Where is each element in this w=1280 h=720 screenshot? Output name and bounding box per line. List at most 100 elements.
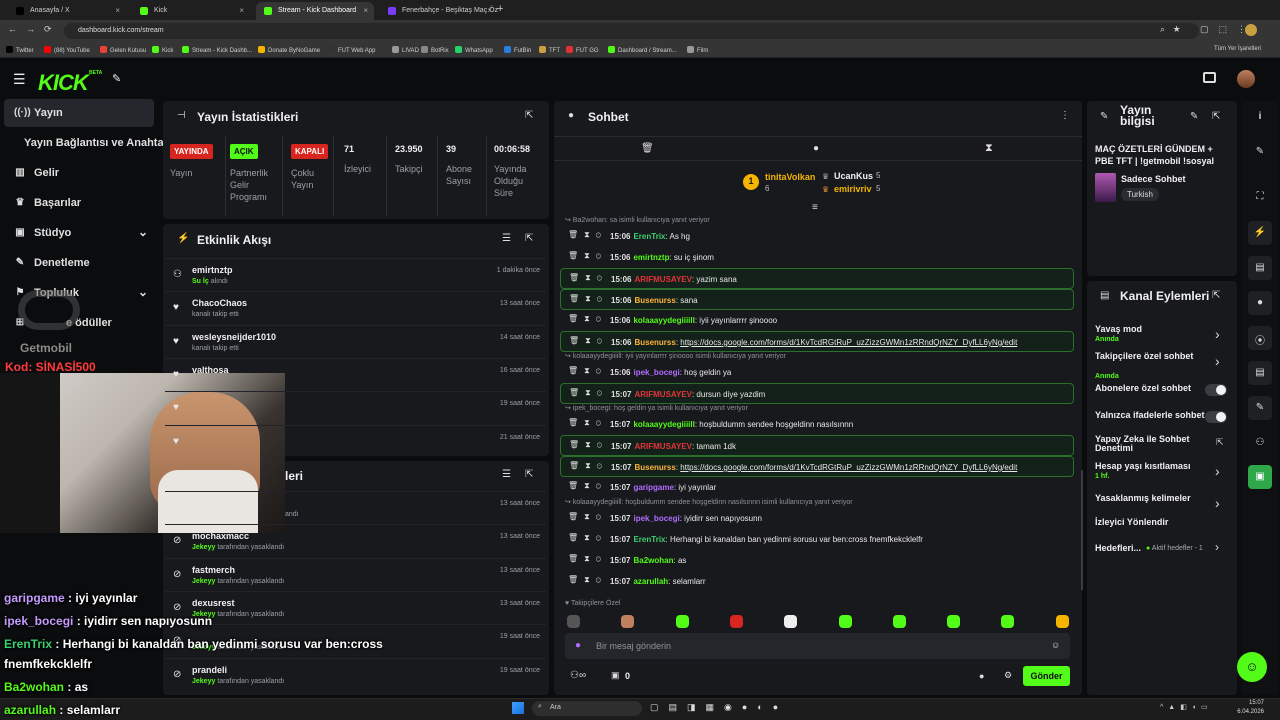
bookmark-item[interactable]: Film xyxy=(687,46,708,54)
close-icon[interactable]: × xyxy=(115,6,120,15)
leaderboard-user[interactable]: UcanKus xyxy=(834,171,873,181)
chevron-right-icon[interactable]: › xyxy=(1215,353,1220,369)
chat-message[interactable]: 🗑⧗⊙ 15:07 ARIFMUSAYEV: tamam 1dk xyxy=(560,435,1074,456)
leader-name[interactable]: tinitaVolkan xyxy=(765,172,815,182)
chevron-right-icon[interactable]: › xyxy=(1215,463,1220,479)
chat-message[interactable]: 🗑⧗⊙ 15:06 ARIFMUSAYEV: yazim sana xyxy=(560,268,1074,289)
chevron-right-icon[interactable]: › xyxy=(1215,326,1220,342)
bookmark-item[interactable]: BotRix xyxy=(421,46,449,54)
tools-icon[interactable]: ✎ xyxy=(112,72,121,85)
message-tools-icon[interactable]: 🗑⧗⊙ xyxy=(569,294,608,304)
stats-shortcut-icon[interactable]: ▤ xyxy=(1248,361,1272,385)
message-username[interactable]: ARIFMUSAYEV xyxy=(634,442,692,451)
external-link-icon[interactable]: ⇱ xyxy=(1216,437,1224,448)
emote-icon[interactable] xyxy=(621,615,635,628)
message-username[interactable]: ARIFMUSAYEV xyxy=(634,275,692,284)
activity-username[interactable]: emirtnztp xyxy=(192,265,233,275)
browser-tab[interactable]: Kick × xyxy=(132,2,250,20)
edit-icon[interactable]: ✎ xyxy=(1190,111,1198,122)
info-icon[interactable]: i xyxy=(1248,105,1272,129)
chat-message[interactable]: 🗑⧗⊙ 15:07 garipgame: iyi yayınlar xyxy=(560,477,1074,498)
users-shortcut-icon[interactable]: ⚇ xyxy=(1248,431,1272,455)
bookmark-item[interactable]: Donate ByNoGame xyxy=(258,46,320,54)
activity-shortcut-icon[interactable]: ⚡ xyxy=(1248,221,1272,245)
sidebar-item-stream-key[interactable]: Yayın Bağlantısı ve Anahtarı xyxy=(4,129,171,157)
channel-action-5[interactable]: Hesap yaşı kısıtlaması xyxy=(1095,462,1205,471)
url-input[interactable]: dashboard.kick.com/stream xyxy=(64,23,1199,39)
emote-icon[interactable] xyxy=(947,615,961,628)
message-tools-icon[interactable]: 🗑⧗⊙ xyxy=(569,461,608,471)
banned-username[interactable]: mochaxmacc xyxy=(192,531,249,541)
emoji-icon[interactable]: ☺ xyxy=(1051,640,1060,650)
filter-icon[interactable]: ☰ xyxy=(502,233,511,244)
message-tools-icon[interactable]: 🗑⧗⊙ xyxy=(569,440,608,450)
activity-username[interactable]: wesleysneijder1010 xyxy=(192,332,276,342)
message-tools-icon[interactable]: 🗑⧗⊙ xyxy=(568,533,607,543)
toggle-switch[interactable] xyxy=(1205,384,1227,396)
chat-bubble-icon[interactable]: ● xyxy=(979,671,984,681)
message-tools-icon[interactable]: 🗑⧗⊙ xyxy=(568,366,607,376)
message-text[interactable]: https://docs.google.com/forms/d/1KvTcdRG… xyxy=(680,338,1017,347)
windows-start-icon[interactable] xyxy=(512,702,524,714)
taskbar-search[interactable]: Ara xyxy=(532,701,642,716)
chat-shortcut-icon[interactable]: ● xyxy=(1248,291,1272,315)
emote-icon[interactable] xyxy=(784,615,798,628)
message-username[interactable]: garipgame xyxy=(633,483,673,492)
trash-icon[interactable]: 🗑 xyxy=(641,143,654,154)
filter-icon[interactable]: ☰ xyxy=(502,469,511,480)
activity-username[interactable]: ChacoChaos xyxy=(192,298,247,308)
sidebar-item-stream[interactable]: ((·)) Yayın xyxy=(4,99,154,127)
message-username[interactable]: ErenTrix xyxy=(633,535,665,544)
user-avatar[interactable] xyxy=(1237,70,1255,88)
moderator-name[interactable]: Jekeyy xyxy=(192,544,217,551)
browser-tab[interactable]: Stream - Kick Dashboard × xyxy=(256,2,374,20)
category-thumbnail[interactable] xyxy=(1095,173,1116,202)
popout-icon[interactable]: ⇱ xyxy=(525,233,533,244)
message-username[interactable]: ARIFMUSAYEV xyxy=(634,390,692,399)
bookmark-item[interactable]: Stream - Kick Dashb... xyxy=(182,46,252,54)
fullscreen-icon[interactable]: ⛶ xyxy=(1248,185,1272,209)
wrench-shortcut-icon[interactable]: ✎ xyxy=(1248,396,1272,420)
chat-message[interactable]: 🗑⧗⊙ 15:07 azarullah: selamlarr xyxy=(560,571,1074,592)
chat-message[interactable]: 🗑⧗⊙ 15:06 ErenTrix: As hg xyxy=(560,226,1074,247)
partner-badge[interactable]: AÇIK xyxy=(230,144,258,159)
channel-action-0[interactable]: Yavaş mod xyxy=(1095,325,1205,334)
message-tools-icon[interactable]: 🗑⧗⊙ xyxy=(568,230,607,240)
bookmark-item[interactable]: (88) YouTube xyxy=(44,46,90,54)
bookmark-item[interactable]: FutBin xyxy=(504,46,531,54)
activity-username[interactable]: valthosa xyxy=(192,365,229,375)
notes-icon[interactable]: ▤ xyxy=(1248,256,1272,280)
browser-tab[interactable]: Fenerbahçe - Beşiktaş Maç Öz × xyxy=(380,2,498,20)
sidebar-item-achievements[interactable]: ♛ Başarılar xyxy=(4,189,154,217)
chat-message[interactable]: 🗑⧗⊙ 15:06 emirtnztp: su iç şinom xyxy=(560,247,1074,268)
microphone-icon[interactable]: ● xyxy=(575,640,581,651)
moderator-name[interactable]: Jekeyy xyxy=(192,578,217,585)
chat-bubble-icon[interactable]: ● xyxy=(813,143,819,154)
points-icon[interactable]: ▣ xyxy=(611,670,620,681)
channel-action-2[interactable]: Abonelere özel sohbet xyxy=(1095,384,1205,393)
users-icon[interactable]: ⚇∞ xyxy=(570,670,586,681)
banned-username[interactable]: dexusrest xyxy=(192,598,235,608)
multistream-badge[interactable]: KAPALI xyxy=(291,144,329,159)
nav-buttons[interactable]: ←→⟳ xyxy=(8,24,61,35)
bookmark-item[interactable]: Twitter xyxy=(6,46,34,54)
bookmark-item[interactable]: WhatsApp xyxy=(455,46,493,54)
mod-view-icon[interactable] xyxy=(1203,72,1216,83)
profile-avatar[interactable] xyxy=(1245,24,1257,36)
message-username[interactable]: kolaaayydegiiiill xyxy=(633,420,694,429)
popout-icon[interactable]: ⇱ xyxy=(1212,290,1220,301)
close-icon[interactable]: × xyxy=(239,6,244,15)
emote-icon[interactable] xyxy=(1001,615,1015,628)
message-username[interactable]: ipek_bocegi xyxy=(633,514,679,523)
bookmark-item[interactable]: FUT GG xyxy=(566,46,599,54)
bookmark-item[interactable]: Gelen Kutusu xyxy=(100,46,146,54)
more-options-icon[interactable]: ⋮ xyxy=(1060,110,1070,121)
channel-action-1[interactable]: Takipçilere özel sohbet xyxy=(1095,352,1205,361)
close-icon[interactable]: × xyxy=(363,6,368,15)
menu-icon[interactable]: ☰ xyxy=(13,71,26,88)
browser-toolbar-icons[interactable]: ⌕★ xyxy=(1160,24,1188,35)
category-name[interactable]: Sadece Sohbet xyxy=(1121,174,1186,184)
sidebar-item-revenue[interactable]: ▥ Gelir xyxy=(4,159,154,187)
message-username[interactable]: azarullah xyxy=(633,577,668,586)
expand-leaderboard-icon[interactable]: ≡ xyxy=(812,202,818,213)
